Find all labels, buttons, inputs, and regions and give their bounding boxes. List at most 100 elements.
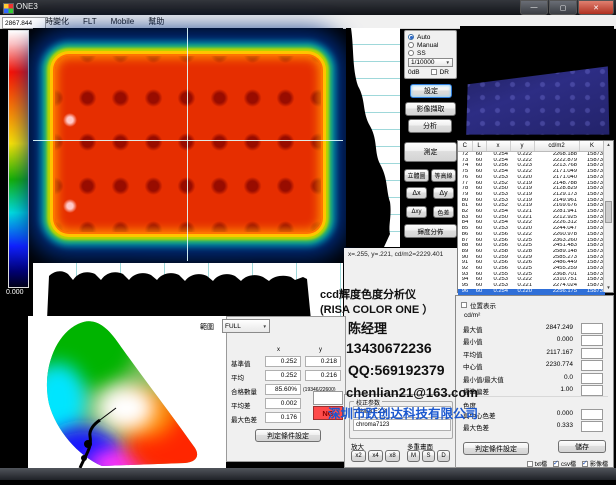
watermark-line: 13430672236 [346, 340, 432, 356]
stat-input-box[interactable] [581, 360, 603, 371]
file-check[interactable]: txt檔 [527, 459, 547, 468]
checkbox-icon[interactable] [461, 302, 467, 308]
measure-button[interactable]: 測定 [404, 142, 457, 162]
multi-M-button[interactable]: M [407, 450, 420, 462]
position-stats-panel: 位置表示 cd/m² 最大值2847.249最小值0.000平均值2117.16… [455, 295, 614, 468]
window-title: ONE3 [16, 2, 38, 11]
stat-input-box[interactable] [581, 409, 603, 420]
max-diff-label: 最大色差 [231, 414, 257, 424]
stat-input-box[interactable] [581, 335, 603, 346]
file-check[interactable]: csv檔 [553, 459, 576, 468]
stat-label: 平均值 [463, 349, 483, 359]
table-header-cell[interactable]: y [510, 141, 534, 152]
analyze-button[interactable]: 分析 [408, 119, 452, 133]
max-diff-value: 0.176 [265, 412, 301, 423]
stat-input-box[interactable] [581, 421, 603, 432]
stat-label: 最大色差 [463, 422, 489, 432]
radio-icon[interactable] [408, 50, 414, 56]
table-row[interactable]: 96600.2540.2202256.17515873 [458, 289, 605, 295]
minimize-icon[interactable]: — [520, 0, 548, 15]
range-value: FULL [225, 323, 241, 330]
delta-xy-button[interactable]: Δxy [406, 206, 427, 218]
stat-label: 最小值 [463, 336, 483, 346]
checkbox-icon[interactable] [527, 461, 533, 467]
radio-icon[interactable] [408, 34, 414, 40]
crosshair-vertical [187, 28, 188, 261]
table-body: 72600.2540.2222268.1881587373600.2540.22… [458, 152, 605, 295]
table-header-cell[interactable]: L [472, 141, 486, 152]
luminance-heatmap[interactable] [33, 28, 343, 261]
multi-D-button[interactable]: D [437, 450, 450, 462]
file-checks: txt檔 csv檔影像檔 [527, 459, 608, 468]
table-header-cell[interactable]: C [458, 141, 472, 152]
table-header-cell[interactable]: cd/m2 [534, 141, 579, 152]
range-rows: 基準值0.2520.218平均0.2520.216 [227, 355, 345, 383]
column-x-label: x [277, 347, 280, 353]
judge-condition-button-2[interactable]: 判定條件設定 [255, 429, 321, 442]
luminance-colorbar [8, 30, 29, 288]
stat-input-box[interactable] [581, 348, 603, 359]
stat-label: 最小值/最大值 [463, 374, 504, 384]
menu-item[interactable]: FLT [76, 17, 104, 26]
zoom-x2-button[interactable]: x2 [351, 450, 366, 462]
dr-checkbox[interactable] [431, 69, 437, 75]
stat-input-box[interactable] [581, 373, 603, 384]
menu-item[interactable]: 幫助 [141, 16, 171, 27]
menu-item[interactable]: Mobile [104, 17, 142, 26]
delta-y-button[interactable]: Δy [433, 187, 454, 199]
checkbox-icon[interactable] [582, 461, 588, 467]
radio-manual[interactable]: Manual [408, 41, 453, 49]
range-select[interactable]: FULL [222, 319, 270, 333]
table-scrollbar[interactable]: ▲ ▼ [603, 141, 613, 292]
shutter-value: 1/10000 [411, 59, 435, 66]
watermark-line: QQ:569192379 [348, 362, 445, 378]
zoom-x4-button[interactable]: x4 [368, 450, 383, 462]
contour-button[interactable]: 等高線 [431, 169, 456, 182]
shutter-select[interactable]: 1/10000 [408, 58, 453, 67]
file-check[interactable]: 影像檔 [582, 459, 608, 468]
close-icon[interactable]: ✕ [578, 0, 614, 15]
radio-auto[interactable]: Auto [408, 33, 453, 41]
radio-auto-label: Auto [417, 34, 430, 41]
preview-panel-image [460, 26, 614, 138]
crosshair-horizontal [33, 140, 343, 141]
gain-label: 0dB [408, 69, 420, 76]
position-rows: 最大值2847.249最小值0.000平均值2117.167中心值2230.77… [456, 322, 613, 396]
stat-input-box[interactable] [581, 385, 603, 396]
checkbox-icon[interactable] [553, 461, 559, 467]
table-header-cell[interactable]: x [486, 141, 510, 152]
cursor-coordinates: x=.255, y=.221, cd/m2=2229.401 [348, 251, 443, 258]
multi-buttons: MSD [407, 450, 450, 462]
radio-icon[interactable] [408, 42, 414, 48]
position-display-check[interactable]: 位置表示 [461, 300, 496, 310]
set-button[interactable]: 設定 [410, 84, 452, 98]
range-x-value: 0.252 [265, 356, 301, 367]
table-cell: 15873 [579, 289, 605, 295]
judge-condition-button[interactable]: 判定條件設定 [463, 442, 529, 455]
table-header-cell[interactable]: K [579, 141, 605, 152]
table-cell: 0.254 [486, 289, 510, 295]
stat-row: 最小值0.000 [456, 334, 613, 346]
horizontal-profile-chart [33, 263, 343, 320]
zoom-x8-button[interactable]: x8 [385, 450, 400, 462]
checkbox-label: csv檔 [561, 459, 576, 468]
radio-ss[interactable]: SS [408, 49, 453, 57]
maximize-icon[interactable]: ▢ [549, 0, 577, 15]
luminance-dist-button[interactable]: 輝度分佈 [404, 224, 457, 238]
delta-x-button[interactable]: Δx [406, 187, 427, 199]
scroll-down-icon[interactable]: ▼ [604, 284, 613, 292]
stat-input-box[interactable] [581, 323, 603, 334]
watermark-line: 陈经理 [348, 318, 387, 337]
capture-settings-group: Auto Manual SS 1/10000 0dB DR [404, 30, 457, 79]
scroll-up-icon[interactable]: ▲ [604, 141, 613, 149]
window-controls: — ▢ ✕ [520, 0, 614, 15]
panel-hot-region [55, 56, 321, 232]
image-capture-button[interactable]: 影像擷取 [405, 102, 456, 116]
measurement-table: CLxycd/m2K 72600.2540.2222268.1881587373… [457, 140, 614, 293]
scroll-thumb[interactable] [605, 201, 612, 223]
save-button[interactable]: 儲存 [558, 440, 606, 453]
range-y-value: 0.216 [305, 370, 341, 381]
solid-view-button[interactable]: 立體圖 [404, 169, 429, 182]
color-diff-button[interactable]: 色差 [433, 206, 454, 218]
multi-S-button[interactable]: S [422, 450, 435, 462]
